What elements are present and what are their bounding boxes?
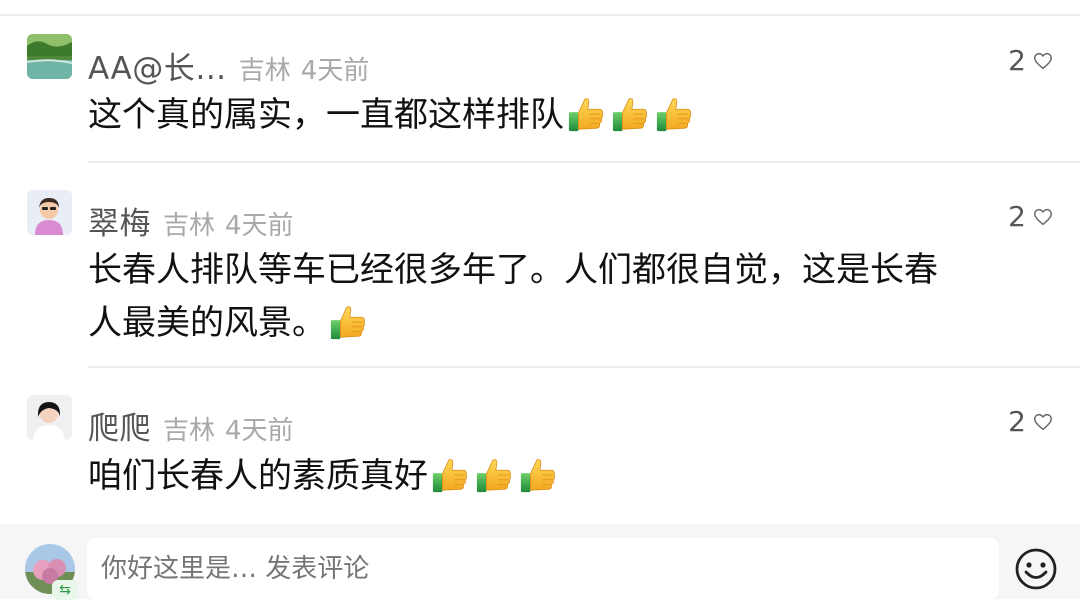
woman-avatar[interactable] bbox=[27, 190, 72, 235]
like-button[interactable]: 2 bbox=[1008, 405, 1054, 438]
location: 吉林 bbox=[163, 211, 216, 241]
like-count: 2 bbox=[1008, 405, 1026, 438]
timestamp: 4天前 bbox=[225, 211, 294, 241]
comment-divider bbox=[88, 366, 1080, 368]
comment-text: 长春人排队等车已经很多年了。人们都很自觉，这是长春 人最美的风景。 bbox=[88, 244, 1063, 350]
comment-meta: 翠梅 吉林 4天前 bbox=[88, 198, 294, 243]
comment-input[interactable] bbox=[87, 538, 999, 599]
thumbs-up-emoji bbox=[519, 456, 557, 494]
comment-body: 这个真的属实，一直都这样排队 bbox=[88, 95, 564, 135]
like-count: 2 bbox=[1008, 44, 1026, 77]
comment-divider bbox=[88, 161, 1080, 163]
heart-outline-icon bbox=[1032, 206, 1054, 228]
username[interactable]: AA@长… bbox=[88, 43, 227, 88]
thumbs-up-emoji bbox=[329, 303, 367, 341]
thumbs-up-emoji bbox=[655, 95, 693, 133]
like-button[interactable]: 2 bbox=[1008, 200, 1054, 233]
comment-text: 这个真的属实，一直都这样排队 bbox=[88, 89, 1063, 142]
comment-body-line: 人最美的风景。 bbox=[88, 303, 326, 343]
comment-composer-bar bbox=[0, 524, 1080, 599]
location: 吉林 bbox=[238, 56, 291, 86]
top-divider bbox=[0, 14, 1080, 16]
thumbs-up-emoji bbox=[611, 95, 649, 133]
username[interactable]: 爬爬 bbox=[88, 403, 151, 448]
comment-body-line: 长春人排队等车已经很多年了。人们都很自觉，这是长春 bbox=[88, 250, 938, 290]
like-button[interactable]: 2 bbox=[1008, 44, 1054, 77]
timestamp: 4天前 bbox=[225, 416, 294, 446]
comment-body: 咱们长春人的素质真好 bbox=[88, 456, 428, 496]
thumbs-up-emoji bbox=[431, 456, 469, 494]
thumbs-up-emoji bbox=[475, 456, 513, 494]
comment-text: 咱们长春人的素质真好 bbox=[88, 450, 1063, 503]
like-count: 2 bbox=[1008, 200, 1026, 233]
timestamp: 4天前 bbox=[300, 56, 370, 86]
location: 吉林 bbox=[163, 416, 216, 446]
heart-outline-icon bbox=[1032, 411, 1054, 433]
username[interactable]: 翠梅 bbox=[88, 198, 151, 243]
woman-portrait-avatar[interactable] bbox=[27, 395, 72, 440]
landscape-avatar[interactable] bbox=[27, 34, 72, 79]
comment-meta: AA@长… 吉林 4天前 bbox=[88, 43, 369, 88]
heart-outline-icon bbox=[1032, 50, 1054, 72]
comment-meta: 爬爬 吉林 4天前 bbox=[88, 403, 294, 448]
swap-badge-icon: ⇆ bbox=[52, 580, 78, 600]
thumbs-up-emoji bbox=[567, 95, 605, 133]
smiley-icon[interactable] bbox=[1013, 546, 1059, 592]
